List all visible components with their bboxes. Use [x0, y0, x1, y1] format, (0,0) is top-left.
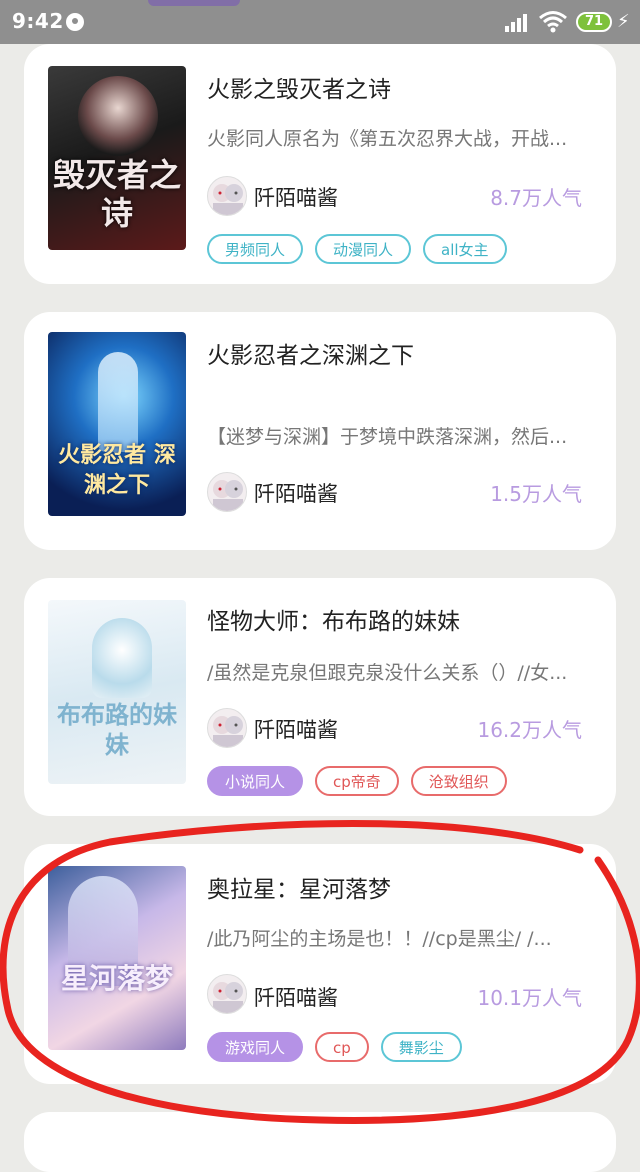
cover-title: 布布路的妹妹 — [57, 700, 177, 759]
tag-list: 游戏同人 cp 舞影尘 — [207, 1032, 462, 1062]
popularity-count: 8.7万人气 — [490, 186, 582, 210]
book-description: 【迷梦与深渊】于梦境中跌落深渊，然后... — [207, 426, 568, 448]
avatar-icon — [207, 176, 247, 216]
tag[interactable]: 小说同人 — [207, 766, 304, 796]
tag[interactable]: all女主 — [423, 234, 507, 264]
book-description: /此乃阿尘的主场是也！！//cp是黑尘/ /... — [207, 928, 552, 950]
book-title[interactable]: 怪物大师：布布路的妹妹 — [207, 602, 460, 636]
tag[interactable]: 男频同人 — [207, 234, 304, 264]
avatar-icon — [207, 974, 247, 1014]
cover-title: 星河落梦 — [60, 962, 173, 995]
book-description: /虽然是克泉但跟克泉没什么关系（）//女... — [207, 662, 568, 684]
tag-list: 小说同人 cp帝奇 沧致组织 — [207, 766, 507, 796]
tag[interactable]: 游戏同人 — [207, 1032, 304, 1062]
avatar-icon — [207, 472, 247, 512]
status-bar: 9:42 71 ⚡ — [0, 0, 640, 44]
author-name: 阡陌喵酱 — [254, 482, 338, 506]
book-card-partial[interactable] — [24, 1112, 616, 1172]
status-time: 9:42 — [12, 9, 64, 33]
book-card[interactable]: 布布路的妹妹 怪物大师：布布路的妹妹 /虽然是克泉但跟克泉没什么关系（）//女.… — [24, 578, 616, 816]
tab-indicator — [148, 0, 240, 6]
book-cover[interactable]: 火影忍者 深渊之下 — [48, 332, 186, 516]
book-cover[interactable]: 布布路的妹妹 — [48, 600, 186, 784]
book-title[interactable]: 奥拉星：星河落梦 — [207, 870, 391, 904]
message-icon — [66, 13, 84, 31]
book-title[interactable]: 火影之毁灭者之诗 — [207, 70, 391, 104]
cover-title: 毁灭者之诗 — [52, 156, 181, 232]
tag-list: 男频同人 动漫同人 all女主 — [207, 234, 507, 264]
avatar-icon — [207, 708, 247, 748]
author-name: 阡陌喵酱 — [254, 186, 338, 210]
tag[interactable]: cp帝奇 — [315, 766, 399, 796]
signal-icon — [505, 12, 531, 32]
battery-icon: 71 — [576, 12, 612, 32]
wifi-icon — [539, 11, 567, 33]
tag[interactable]: 动漫同人 — [315, 234, 412, 264]
cover-title: 火影忍者 深渊之下 — [58, 442, 176, 498]
tag[interactable]: cp — [315, 1032, 369, 1062]
popularity-count: 1.5万人气 — [490, 482, 582, 506]
book-card[interactable]: 毁灭者之诗 火影之毁灭者之诗 火影同人原名为《第五次忍界大战，开战... 阡陌喵… — [24, 44, 616, 284]
popularity-count: 16.2万人气 — [477, 718, 582, 742]
popularity-count: 10.1万人气 — [477, 986, 582, 1010]
book-title[interactable]: 火影忍者之深渊之下 — [207, 336, 414, 370]
author-name: 阡陌喵酱 — [254, 986, 338, 1010]
book-cover[interactable]: 星河落梦 — [48, 866, 186, 1050]
tag[interactable]: 舞影尘 — [380, 1032, 462, 1062]
book-cover[interactable]: 毁灭者之诗 — [48, 66, 186, 250]
book-card[interactable]: 火影忍者 深渊之下 火影忍者之深渊之下 【迷梦与深渊】于梦境中跌落深渊，然后..… — [24, 312, 616, 550]
book-description: 火影同人原名为《第五次忍界大战，开战... — [207, 128, 568, 150]
author-name: 阡陌喵酱 — [254, 718, 338, 742]
charging-icon: ⚡ — [617, 11, 630, 32]
tag[interactable]: 沧致组织 — [410, 766, 507, 796]
book-card[interactable]: 星河落梦 奥拉星：星河落梦 /此乃阿尘的主场是也！！//cp是黑尘/ /... … — [24, 844, 616, 1084]
